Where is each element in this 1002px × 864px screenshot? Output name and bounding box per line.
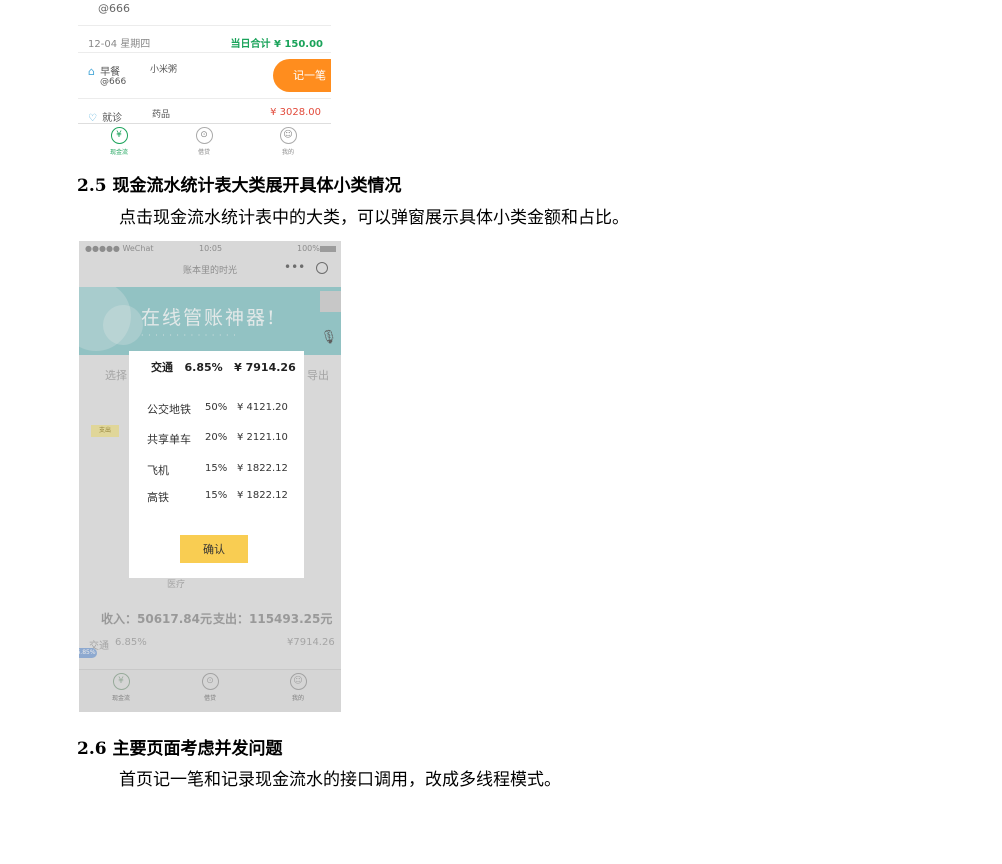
tab-loan[interactable]: ⊙ 借贷: [179, 127, 229, 156]
subcategory-amount: ¥ 1822.12: [237, 490, 288, 501]
entry-amount: ¥ 3028.00: [270, 107, 321, 118]
entry-date: 12-04 星期四: [88, 39, 151, 50]
tab-bar: ¥ 现金流 ⊙ 借贷 ☺ 我的: [78, 123, 331, 159]
tab-label: 借贷: [197, 149, 210, 156]
record-button[interactable]: 记一笔: [273, 59, 331, 92]
subcategory-amount: ¥ 1822.12: [237, 463, 288, 474]
divider: [78, 52, 331, 53]
tab-label: 我的: [281, 149, 294, 156]
smile-icon: ☺: [279, 127, 297, 144]
subcategory-amount: ¥ 2121.10: [237, 432, 288, 443]
section-heading-2-6: 2.6 主要页面考虑并发问题: [77, 739, 283, 759]
section-body-2-6: 首页记一笔和记录现金流水的接口调用，改成多线程模式。: [119, 770, 561, 790]
house-icon: ⌂: [88, 65, 95, 78]
subcategory-name: 共享单车: [147, 433, 191, 446]
subcategory-percent: 15%: [205, 490, 228, 501]
tab-mine[interactable]: ☺ 我的: [263, 127, 313, 156]
section-body-2-5: 点击现金流水统计表中的大类，可以弹窗展示具体小类金额和占比。: [119, 208, 629, 228]
tab-label: 现金流: [109, 149, 128, 156]
daily-total: 当日合计 ¥ 150.00: [230, 39, 323, 50]
divider: [78, 98, 331, 99]
app-screenshot-popup: ●●●●● WeChat 10:05 100% 账本里的时光 ••• 在线管账神…: [79, 241, 341, 712]
app-screenshot-home: @666 12-04 星期四 当日合计 ¥ 150.00 ⌂ 早餐 小米粥 @6…: [78, 0, 331, 159]
subcategory-percent: 15%: [205, 463, 228, 474]
subcategory-name: 公交地铁: [147, 403, 191, 416]
confirm-button[interactable]: 确认: [180, 535, 248, 563]
gourd-icon: ⊙: [195, 127, 213, 144]
section-heading-2-5: 2.5 现金流水统计表大类展开具体小类情况: [77, 176, 402, 196]
subcategory-name: 飞机: [147, 464, 169, 477]
tab-cashflow[interactable]: ¥ 现金流: [94, 127, 144, 156]
divider: [78, 25, 331, 26]
popup-title: 交通 6.85% ¥ 7914.26: [151, 361, 296, 374]
subcategory-popup: 交通 6.85% ¥ 7914.26 公交地铁 50% ¥ 4121.20 共享…: [129, 351, 304, 578]
entry-handle: @666: [100, 77, 127, 87]
yen-icon: ¥: [110, 127, 128, 144]
subcategory-percent: 50%: [205, 402, 228, 413]
subcategory-amount: ¥ 4121.20: [237, 402, 288, 413]
subcategory-name: 高铁: [147, 491, 169, 504]
entry-note: 小米粥: [150, 65, 178, 75]
entry-handle: @666: [98, 2, 130, 15]
entry-note: 药品: [152, 110, 171, 120]
subcategory-percent: 20%: [205, 432, 228, 443]
